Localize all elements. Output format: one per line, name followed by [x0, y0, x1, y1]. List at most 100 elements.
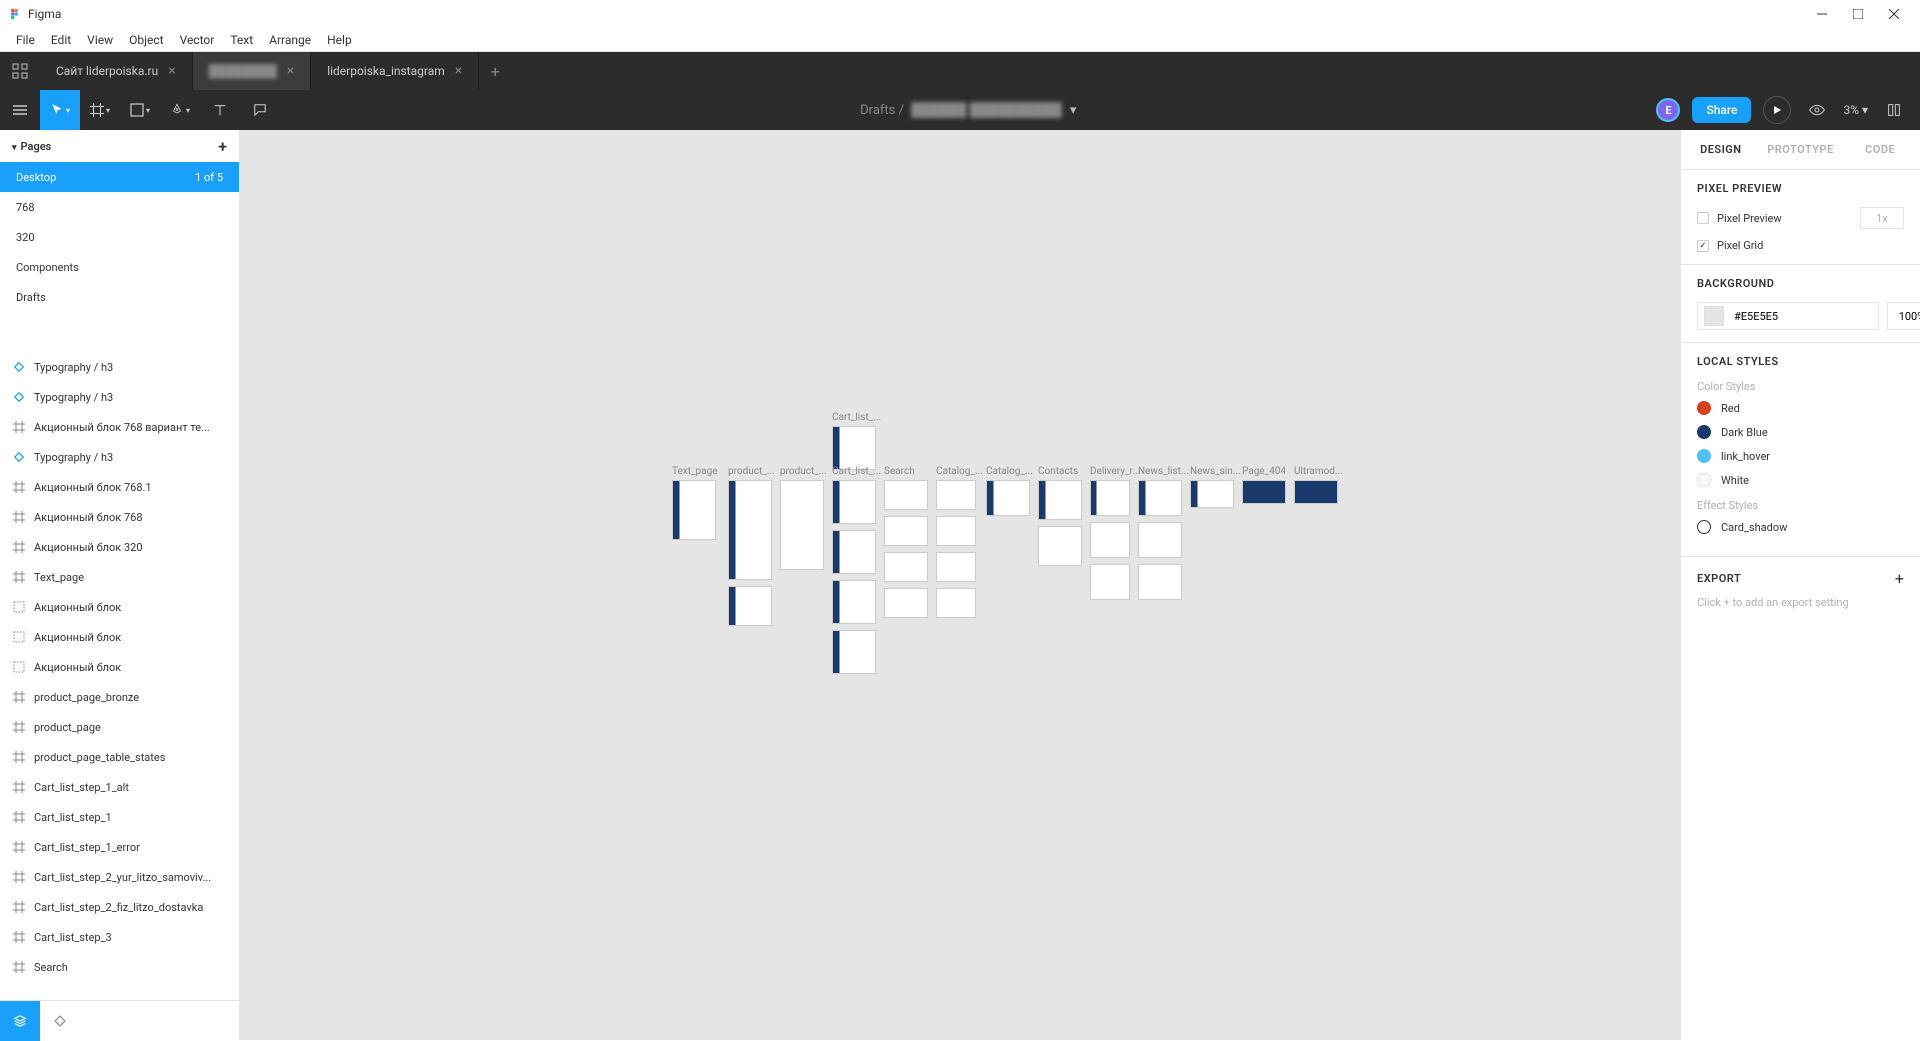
- layer-item[interactable]: Cart_list_step_1_alt: [0, 772, 239, 802]
- layer-item[interactable]: Акционный блок 768.1: [0, 472, 239, 502]
- layer-item[interactable]: product_page_bronze: [0, 682, 239, 712]
- canvas-frame[interactable]: product_...: [780, 480, 824, 570]
- canvas-frame[interactable]: Text_page: [672, 480, 716, 540]
- layer-item[interactable]: product_page_table_states: [0, 742, 239, 772]
- frame-icon: [12, 780, 26, 794]
- menu-edit[interactable]: Edit: [43, 33, 79, 47]
- layer-item[interactable]: Акционный блок 768: [0, 502, 239, 532]
- user-avatar[interactable]: E: [1656, 98, 1680, 122]
- layer-item[interactable]: Акционный блок 768 вариант те...: [0, 412, 239, 442]
- page-item[interactable]: 768: [0, 192, 239, 222]
- canvas-frame[interactable]: Contacts: [1038, 480, 1082, 566]
- text-tool-button[interactable]: [200, 90, 240, 130]
- layer-item[interactable]: Акционный блок: [0, 622, 239, 652]
- canvas-frame[interactable]: Page_404: [1242, 480, 1286, 504]
- layer-item[interactable]: Cart_list_step_1_error: [0, 832, 239, 862]
- effect-style-row[interactable]: Card_shadow: [1697, 520, 1904, 534]
- layer-item[interactable]: Акционный блок: [0, 652, 239, 682]
- share-button[interactable]: Share: [1692, 97, 1751, 123]
- canvas-frame[interactable]: News_list...: [1138, 480, 1182, 600]
- close-tab-icon[interactable]: ×: [168, 63, 175, 79]
- pages-section-header[interactable]: ▾Pages +: [0, 130, 239, 162]
- menu-view[interactable]: View: [79, 33, 121, 47]
- pixel-grid-checkbox[interactable]: [1697, 240, 1709, 252]
- local-styles-section: LOCAL STYLES Color Styles RedDark Blueli…: [1681, 343, 1920, 557]
- layer-item[interactable]: Typography / h3: [0, 442, 239, 472]
- color-style-row[interactable]: link_hover: [1697, 449, 1904, 463]
- window-maximize-button[interactable]: [1840, 0, 1876, 28]
- window-close-button[interactable]: [1876, 0, 1912, 28]
- layer-item[interactable]: Cart_list_step_2_fiz_litzo_dostavka: [0, 892, 239, 922]
- file-tab[interactable]: Сайт liderpoiska.ru×: [40, 52, 193, 90]
- menu-file[interactable]: File: [8, 33, 43, 47]
- color-style-row[interactable]: White: [1697, 473, 1904, 487]
- pixel-preview-scale[interactable]: [1860, 207, 1904, 229]
- frame-icon: [12, 570, 26, 584]
- menu-text[interactable]: Text: [222, 33, 261, 47]
- pixel-preview-checkbox[interactable]: [1697, 212, 1709, 224]
- layer-item[interactable]: Акционный блок 320: [0, 532, 239, 562]
- figma-logo-icon: [8, 7, 22, 21]
- close-tab-icon[interactable]: ×: [455, 63, 462, 79]
- menu-object[interactable]: Object: [121, 33, 171, 47]
- main-menu-button[interactable]: [0, 103, 40, 117]
- layer-item[interactable]: Cart_list_step_3: [0, 922, 239, 952]
- tab-code[interactable]: CODE: [1840, 131, 1920, 168]
- pen-tool-button[interactable]: ▾: [160, 90, 200, 130]
- menu-arrange[interactable]: Arrange: [261, 33, 319, 47]
- canvas-frame[interactable]: product_...: [728, 480, 772, 626]
- comment-tool-button[interactable]: [240, 90, 280, 130]
- canvas[interactable]: Cart_list_... Text_page product_...product…: [240, 130, 1680, 1040]
- menu-vector[interactable]: Vector: [172, 33, 223, 47]
- layer-item[interactable]: Typography / h3: [0, 382, 239, 412]
- canvas-frame[interactable]: Catalog_...: [986, 480, 1030, 516]
- close-tab-icon[interactable]: ×: [287, 63, 294, 79]
- layer-item[interactable]: Typography / h3: [0, 352, 239, 382]
- layer-item[interactable]: Cart_list_step_1: [0, 802, 239, 832]
- window-minimize-button[interactable]: [1804, 0, 1840, 28]
- canvas-frame[interactable]: Delivery_r...: [1090, 480, 1130, 600]
- window-titlebar: Figma: [0, 0, 1920, 28]
- home-button[interactable]: [0, 52, 40, 90]
- canvas-frame[interactable]: Ultramod...: [1294, 480, 1338, 504]
- canvas-frame[interactable]: Cart_list_...: [832, 480, 876, 674]
- page-item[interactable]: Desktop1 of 5: [0, 162, 239, 192]
- background-color-input[interactable]: [1697, 302, 1879, 330]
- view-settings-button[interactable]: [1803, 96, 1831, 124]
- shape-tool-button[interactable]: ▾: [120, 90, 160, 130]
- bottom-toolbar: [0, 1000, 239, 1040]
- layer-item[interactable]: Акционный блок: [0, 592, 239, 622]
- layer-item[interactable]: Text_page: [0, 562, 239, 592]
- background-opacity-input[interactable]: [1887, 302, 1920, 330]
- new-tab-button[interactable]: +: [479, 52, 511, 90]
- canvas-frame[interactable]: Cart_list_...: [832, 426, 876, 470]
- tab-prototype[interactable]: PROTOTYPE: [1761, 131, 1841, 168]
- move-tool-button[interactable]: ▾: [40, 90, 80, 130]
- frame-label: Ultramod...: [1294, 466, 1343, 477]
- page-item[interactable]: Components: [0, 252, 239, 282]
- page-item[interactable]: 320: [0, 222, 239, 252]
- layer-item[interactable]: product_page: [0, 712, 239, 742]
- assets-tab-button[interactable]: [40, 1001, 80, 1041]
- canvas-frame[interactable]: Catalog_...: [936, 480, 976, 618]
- breadcrumb[interactable]: Drafts / ██████ ██████████ ▾: [280, 102, 1656, 118]
- file-tab[interactable]: liderpoiska_instagram×: [311, 52, 479, 90]
- menu-help[interactable]: Help: [319, 33, 360, 47]
- layer-item[interactable]: Search: [0, 952, 239, 982]
- library-button[interactable]: [1880, 96, 1908, 124]
- page-item[interactable]: Drafts: [0, 282, 239, 312]
- add-export-button[interactable]: +: [1895, 569, 1904, 588]
- tab-design[interactable]: DESIGN: [1681, 131, 1761, 168]
- layer-item[interactable]: Cart_list_step_2_yur_litzo_samoviv...: [0, 862, 239, 892]
- color-style-row[interactable]: Red: [1697, 401, 1904, 415]
- zoom-level[interactable]: 3% ▾: [1843, 103, 1868, 117]
- frame-label: Catalog_...: [936, 466, 983, 477]
- frame-tool-button[interactable]: ▾: [80, 90, 120, 130]
- add-page-button[interactable]: +: [218, 137, 227, 156]
- canvas-frame[interactable]: News_sin...: [1190, 480, 1234, 508]
- canvas-frame[interactable]: Search: [884, 480, 928, 618]
- file-tab[interactable]: ████████×: [193, 52, 312, 90]
- present-button[interactable]: [1763, 96, 1791, 124]
- layers-tab-button[interactable]: [0, 1001, 40, 1041]
- color-style-row[interactable]: Dark Blue: [1697, 425, 1904, 439]
